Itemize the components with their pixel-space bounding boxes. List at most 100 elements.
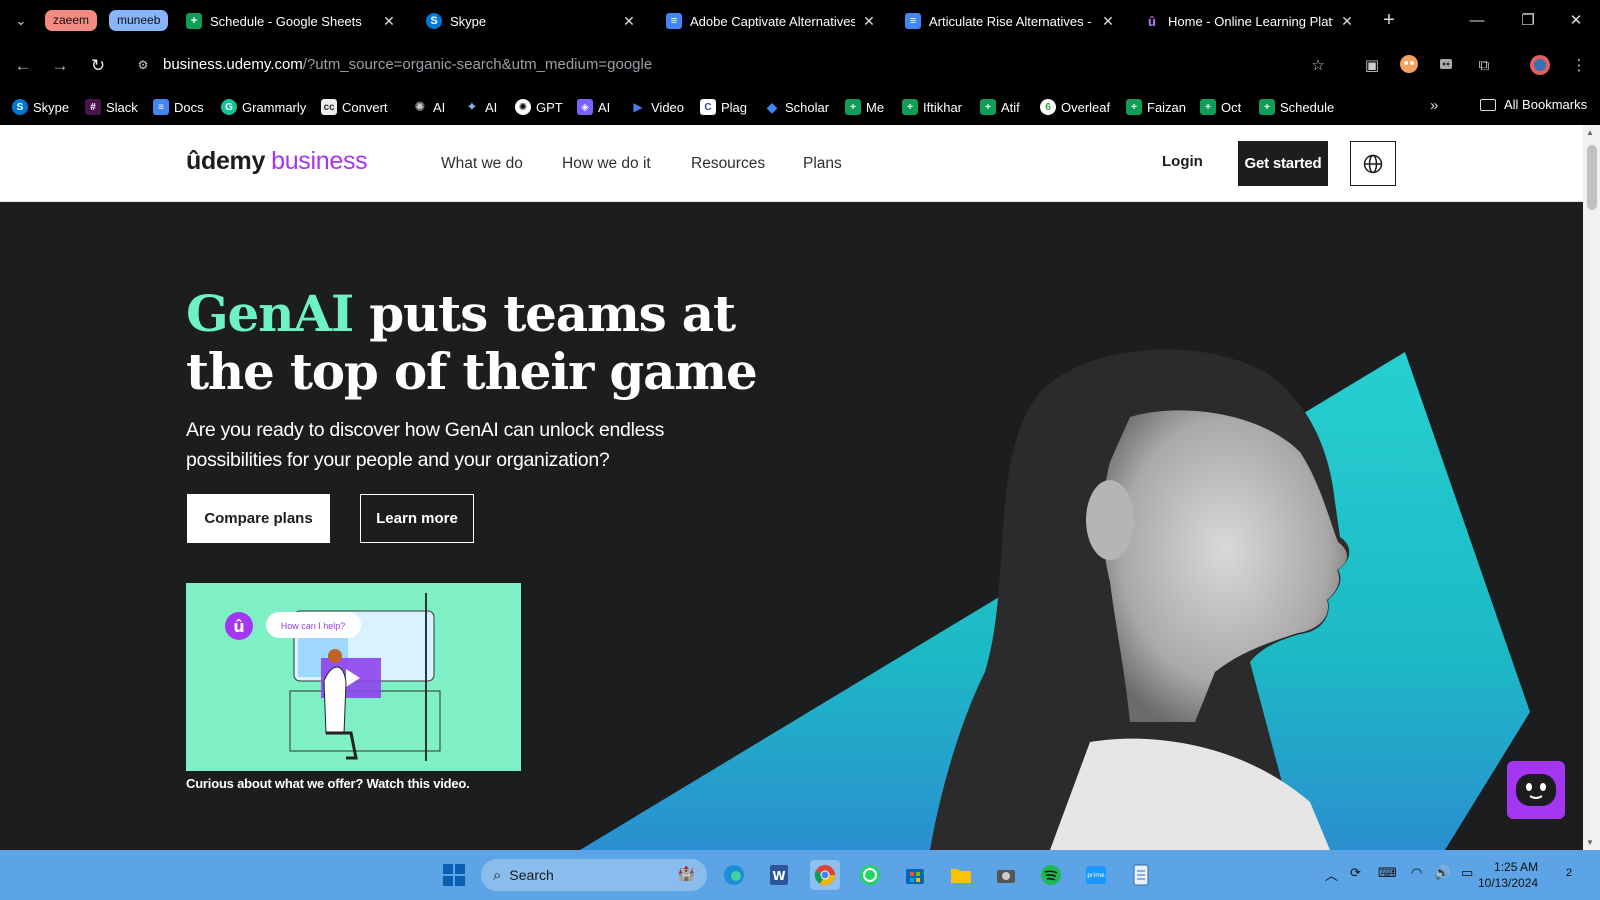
minimize-icon[interactable]: — — [1463, 8, 1491, 34]
bookmark-item[interactable]: + Schedule — [1259, 97, 1334, 117]
spotify-icon[interactable] — [1036, 860, 1066, 890]
svg-text:W: W — [772, 869, 785, 883]
tab-udemy-home[interactable]: û Home - Online Learning Platfo ✕ — [1144, 6, 1356, 36]
bookmark-item[interactable]: # Slack — [85, 97, 138, 117]
bookmark-item[interactable]: cc Convert — [321, 97, 388, 117]
scrollbar-thumb[interactable] — [1587, 145, 1597, 210]
plagiarism-icon: C — [700, 99, 716, 115]
microsoft-store-icon[interactable] — [900, 860, 930, 890]
bookmark-item[interactable]: 6 Overleaf — [1040, 97, 1110, 117]
close-tab-icon[interactable]: ✕ — [1338, 12, 1356, 30]
chat-assistant-button[interactable] — [1507, 761, 1565, 819]
forward-arrow-icon[interactable]: → — [48, 54, 72, 78]
learn-more-button[interactable]: Learn more — [360, 494, 474, 543]
extensions-puzzle-icon[interactable]: ⧉ — [1472, 54, 1496, 78]
bookmark-item[interactable]: ≡ Docs — [153, 97, 204, 117]
prime-video-icon[interactable]: prime — [1081, 860, 1111, 890]
wifi-icon[interactable]: ◠ — [1411, 865, 1422, 881]
bookmark-star-icon[interactable]: ☆ — [1306, 54, 1330, 78]
bookmark-item[interactable]: C Plag — [700, 97, 747, 117]
bookmark-item[interactable]: ◆ Scholar — [764, 97, 829, 117]
word-icon[interactable]: W — [764, 860, 794, 890]
bookmark-item[interactable]: + Me — [845, 97, 884, 117]
taskbar-search[interactable]: ⌕ Search 🏰 — [481, 859, 707, 891]
notification-count-badge[interactable]: 2 — [1566, 867, 1572, 879]
close-window-icon[interactable]: ✕ — [1562, 8, 1590, 34]
camera-icon[interactable] — [991, 860, 1021, 890]
svg-text:û: û — [233, 617, 244, 636]
search-highlight-icon: 🏰 — [677, 865, 695, 881]
battery-icon[interactable]: ▭ — [1461, 865, 1473, 881]
more-bookmarks-chevron-icon[interactable]: » — [1430, 97, 1438, 114]
volume-icon[interactable]: 🔊 — [1434, 865, 1450, 881]
bookmark-item[interactable]: + Iftikhar — [902, 97, 962, 117]
reload-icon[interactable]: ↻ — [86, 54, 110, 78]
robot-extension-icon[interactable] — [1434, 54, 1458, 78]
close-tab-icon[interactable]: ✕ — [620, 12, 638, 30]
picture-in-picture-icon[interactable]: ▣ — [1360, 54, 1384, 78]
new-tab-button[interactable]: + — [1377, 9, 1401, 33]
scroll-up-arrow-icon[interactable]: ▲ — [1586, 128, 1594, 137]
chrome-icon[interactable] — [810, 860, 840, 890]
compare-plans-button[interactable]: Compare plans — [187, 494, 330, 543]
nav-what-we-do[interactable]: What we do — [441, 155, 523, 173]
restore-icon[interactable]: ❐ — [1514, 8, 1542, 34]
keyboard-icon[interactable]: ⌨ — [1378, 865, 1397, 881]
convert-icon: cc — [321, 99, 337, 115]
tab-adobe-captivate[interactable]: ≡ Adobe Captivate Alternatives ✕ — [666, 6, 878, 36]
notepad-icon[interactable] — [1126, 860, 1156, 890]
hero-subtitle: Are you ready to discover how GenAI can … — [186, 419, 665, 471]
udemy-icon: û — [1148, 13, 1156, 29]
extension-avatar-icon[interactable] — [1397, 54, 1421, 78]
video-thumbnail[interactable]: û How can I help? — [186, 583, 521, 771]
file-explorer-icon[interactable] — [946, 860, 976, 890]
google-sheets-icon: + — [902, 99, 918, 115]
edge-icon[interactable] — [719, 860, 749, 890]
bookmark-item[interactable]: + Atif — [980, 97, 1020, 117]
bookmark-item[interactable]: ✦ AI — [464, 97, 498, 117]
udemy-business-logo[interactable]: ûdemy business — [186, 147, 368, 176]
close-tab-icon[interactable]: ✕ — [860, 12, 878, 30]
tab-articulate-rise[interactable]: ≡ Articulate Rise Alternatives - G ✕ — [905, 6, 1117, 36]
tab-search-chevron-icon[interactable]: ⌄ — [10, 10, 32, 32]
bookmark-item[interactable]: + Oct — [1200, 97, 1241, 117]
close-tab-icon[interactable]: ✕ — [1099, 12, 1117, 30]
windows-start-icon[interactable] — [439, 860, 469, 890]
scroll-down-arrow-icon[interactable]: ▼ — [1586, 838, 1594, 847]
nav-plans[interactable]: Plans — [803, 155, 842, 173]
taskbar-clock[interactable]: 1:25 AM 10/13/2024 — [1478, 859, 1538, 891]
site-header: ûdemy business What we do How we do it Re… — [0, 125, 1583, 202]
site-info-icon[interactable]: ⚙ — [134, 56, 152, 74]
language-globe-button[interactable] — [1350, 141, 1396, 186]
tab-group-zaeem[interactable]: zaeem — [45, 10, 98, 31]
tab-schedule-sheets[interactable]: + Schedule - Google Sheets ✕ — [186, 6, 398, 36]
nav-resources[interactable]: Resources — [691, 155, 765, 173]
nav-how-we-do-it[interactable]: How we do it — [562, 155, 651, 173]
page-scrollbar[interactable]: ▲ ▼ — [1583, 125, 1600, 850]
show-hidden-icons-chevron-icon[interactable]: ︿ — [1325, 865, 1338, 884]
bookmark-item[interactable]: ✺ AI — [412, 97, 446, 117]
browser-menu-icon[interactable]: ⋮ — [1567, 54, 1591, 78]
bookmark-item[interactable]: ▶ Video — [630, 97, 684, 117]
chatgpt-icon: ✺ — [515, 99, 531, 115]
google-sheets-icon: + — [1259, 99, 1275, 115]
bookmark-item[interactable]: G Grammarly — [221, 97, 306, 117]
bookmark-item[interactable]: ◈ AI — [577, 97, 610, 117]
all-bookmarks-button[interactable]: All Bookmarks — [1480, 97, 1587, 112]
login-button[interactable]: Login — [1162, 153, 1203, 170]
address-bar-url[interactable]: business.udemy.com/?utm_source=organic-s… — [163, 56, 652, 73]
tab-group-muneeb[interactable]: muneeb — [109, 10, 169, 31]
get-started-button[interactable]: Get started — [1238, 141, 1328, 186]
bookmark-item[interactable]: ✺ GPT — [515, 97, 563, 117]
ai-assistant-icon: ◈ — [577, 99, 593, 115]
back-arrow-icon[interactable]: ← — [11, 54, 35, 78]
sync-icon[interactable]: ⟳ — [1350, 865, 1361, 881]
close-tab-icon[interactable]: ✕ — [380, 12, 398, 30]
tab-skype[interactable]: S Skype ✕ — [426, 6, 638, 36]
bookmark-item[interactable]: + Faizan — [1126, 97, 1186, 117]
bookmark-item[interactable]: S Skype — [12, 97, 69, 117]
whatsapp-icon[interactable] — [855, 860, 885, 890]
profile-avatar-icon[interactable] — [1528, 54, 1552, 78]
google-sheets-icon: + — [845, 99, 861, 115]
video-icon: ▶ — [633, 100, 643, 114]
